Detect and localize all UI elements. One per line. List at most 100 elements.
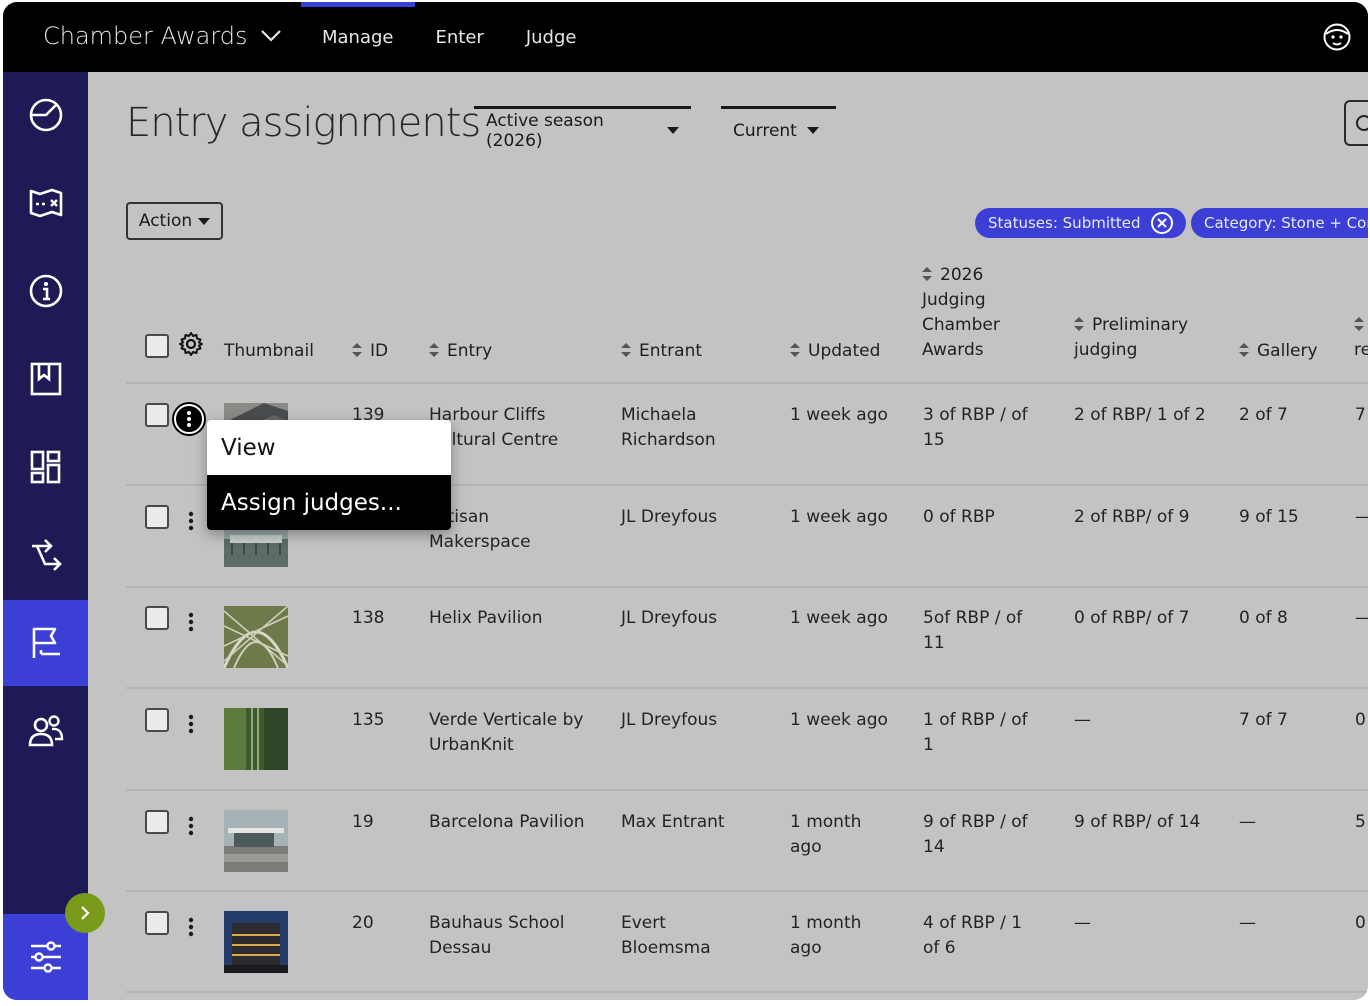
search-button[interactable]	[1344, 100, 1368, 146]
sidebar-item-assignments[interactable]	[3, 600, 88, 686]
row-gallery: 0 of 8	[1239, 608, 1288, 628]
entry-thumbnail[interactable]	[224, 606, 288, 668]
kebab-icon	[188, 816, 194, 836]
row-checkbox[interactable]	[145, 505, 169, 529]
row-actions-button[interactable]	[174, 404, 204, 434]
sort-icon	[1239, 340, 1249, 357]
row-gallery: 7 of 7	[1239, 710, 1288, 730]
row-id: 138	[352, 608, 385, 628]
sort-icon	[621, 340, 631, 357]
profile-face-icon[interactable]	[1322, 22, 1352, 52]
sidebar-item-map[interactable]	[3, 160, 88, 246]
column-gallery[interactable]: Gallery	[1239, 339, 1318, 364]
users-icon	[28, 715, 63, 747]
column-entry[interactable]: Entry	[429, 339, 492, 364]
entry-thumbnail[interactable]	[224, 708, 288, 770]
kebab-icon	[188, 714, 194, 734]
row-entry[interactable]: Verde Verticale by UrbanKnit	[429, 708, 583, 758]
row-preliminary: —	[1074, 710, 1091, 730]
row-updated: 1 month ago	[790, 812, 862, 857]
row-preliminary: 2 of RBP/ of 9	[1074, 507, 1190, 527]
row-divider	[126, 687, 1368, 689]
action-button-label: Action	[138, 211, 193, 231]
status-select[interactable]: Current	[721, 106, 836, 152]
row-checkbox[interactable]	[145, 403, 169, 427]
row-actions-button[interactable]	[185, 509, 197, 533]
season-select[interactable]: Active season (2026)	[474, 106, 691, 152]
caret-down-icon	[806, 127, 819, 134]
caret-down-icon	[198, 217, 211, 225]
row-id: 19	[352, 812, 374, 832]
row-entry[interactable]: Barcelona Pavilion	[429, 810, 585, 835]
row-entry[interactable]: Helix Pavilion	[429, 606, 542, 631]
column-preliminary[interactable]: Preliminary judging	[1074, 313, 1188, 363]
row-preliminary: —	[1074, 913, 1091, 933]
sidebar	[3, 72, 88, 1000]
sidebar-item-users[interactable]	[3, 688, 88, 774]
kebab-icon	[188, 612, 194, 632]
row-checkbox[interactable]	[145, 708, 169, 732]
filter-chip-label: Statuses: Submitted	[988, 214, 1141, 232]
table-divider	[126, 382, 1368, 384]
column-next[interactable]: re	[1354, 313, 1368, 363]
row-id: 20	[352, 913, 374, 933]
sidebar-item-routing[interactable]	[3, 512, 88, 598]
menu-item-assign-judges[interactable]: Assign judges...	[207, 475, 451, 530]
kebab-icon	[187, 411, 191, 427]
sort-icon	[352, 340, 362, 357]
nav-manage[interactable]: Manage	[301, 2, 415, 72]
sidebar-item-layout[interactable]	[3, 424, 88, 510]
menu-item-view[interactable]: View	[207, 420, 451, 475]
chevron-right-icon	[81, 906, 90, 920]
map-icon	[29, 188, 62, 218]
remove-filter-button[interactable]	[1150, 212, 1173, 234]
sort-icon	[922, 264, 932, 281]
row-checkbox[interactable]	[145, 911, 169, 935]
column-updated[interactable]: Updated	[790, 339, 880, 364]
row-checkbox[interactable]	[145, 606, 169, 630]
layout-icon	[30, 450, 60, 484]
column-id[interactable]: ID	[352, 339, 388, 364]
app-window: Chamber Awards Manage Enter Judge Entry …	[3, 2, 1368, 1000]
row-actions-button[interactable]	[185, 610, 197, 634]
sidebar-item-dashboard[interactable]	[3, 72, 88, 158]
nav-enter[interactable]: Enter	[415, 2, 505, 72]
entry-thumbnail[interactable]	[224, 911, 288, 973]
sort-icon	[790, 340, 800, 357]
program-switcher[interactable]: Chamber Awards	[43, 22, 282, 50]
filter-chip-category: Category: Stone + Concrete	[1191, 208, 1368, 238]
season-select-value: Active season (2026)	[486, 110, 604, 151]
column-judging[interactable]: 2026 Judging Chamber Awards	[922, 263, 1000, 363]
entry-thumbnail[interactable]	[224, 810, 288, 872]
row-entry[interactable]: Bauhaus School Dessau	[429, 911, 565, 961]
expand-sidebar-button[interactable]	[65, 893, 105, 933]
row-entrant: JL Dreyfous	[621, 507, 718, 527]
sidebar-item-bookmarks[interactable]	[3, 336, 88, 422]
program-title: Chamber Awards	[43, 22, 248, 50]
row-judging: 9 of RBP / of 14	[923, 812, 1028, 857]
nav-judge[interactable]: Judge	[505, 2, 598, 72]
row-id: 135	[352, 710, 385, 730]
row-divider	[126, 789, 1368, 791]
row-next: —	[1355, 505, 1368, 530]
select-all-checkbox[interactable]	[145, 334, 169, 358]
row-divider	[126, 991, 1368, 993]
row-judging: 3 of RBP / of 15	[923, 405, 1028, 450]
row-judging: 4 of RBP / 1 of 6	[923, 913, 1023, 958]
row-actions-button[interactable]	[185, 712, 197, 736]
sort-icon	[1354, 314, 1364, 331]
column-entrant[interactable]: Entrant	[621, 339, 702, 364]
row-actions-button[interactable]	[185, 814, 197, 838]
row-actions-button[interactable]	[185, 915, 197, 939]
row-gallery: 2 of 7	[1239, 405, 1288, 425]
row-gallery: 9 of 15	[1239, 507, 1299, 527]
kebab-icon	[188, 511, 194, 531]
action-button[interactable]: Action	[126, 202, 223, 240]
gear-icon[interactable]	[178, 331, 204, 357]
row-checkbox[interactable]	[145, 810, 169, 834]
sidebar-item-info[interactable]	[3, 248, 88, 334]
row-updated: 1 week ago	[790, 608, 888, 628]
row-judging: 0 of RBP	[923, 507, 995, 527]
row-gallery: —	[1239, 913, 1256, 933]
row-next: 5	[1355, 812, 1366, 832]
